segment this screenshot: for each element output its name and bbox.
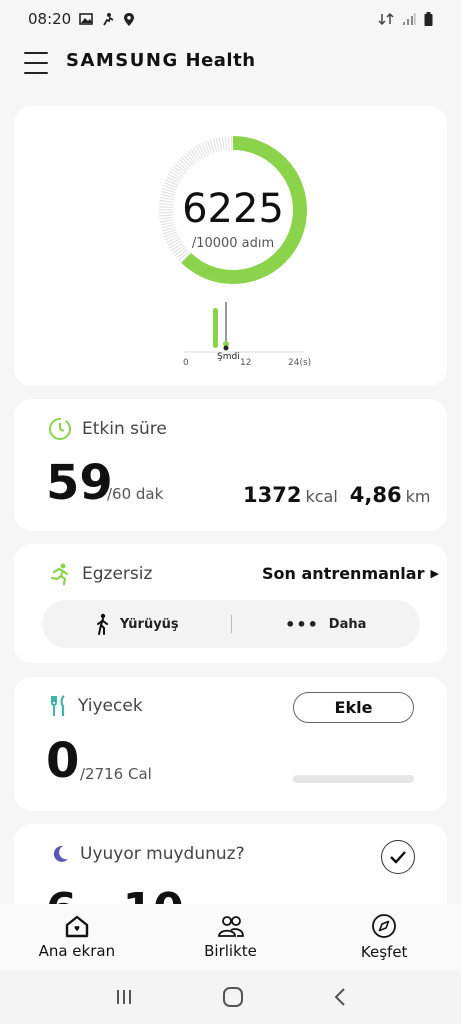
tick-label-0: 0	[183, 358, 189, 368]
steps-card[interactable]: 6225 /10000 adım 0 Şmdi 12 24(s)	[14, 106, 447, 386]
walking-icon	[96, 613, 108, 635]
sleep-title: Uyuyor muydunuz?	[80, 844, 245, 864]
recent-workouts-label: Son antrenmanlar	[262, 564, 425, 583]
exercise-header: Egzersiz	[48, 562, 152, 586]
exercise-quick-actions: Yürüyüş ••• Daha	[42, 600, 420, 648]
play-arrow-icon: ▶	[430, 567, 439, 580]
active-time-title: Etkin süre	[82, 419, 167, 439]
status-time: 08:20	[28, 10, 72, 28]
steps-mini-chart: 0 Şmdi 12 24(s)	[164, 302, 311, 382]
steps-ring: 6225 /10000 adım	[157, 134, 309, 286]
sleep-confirm-button[interactable]	[381, 840, 415, 874]
location-icon	[124, 12, 135, 26]
food-value: 0	[46, 733, 80, 789]
running-icon	[50, 563, 69, 586]
food-header: Yiyecek	[50, 695, 143, 717]
recent-workouts-link[interactable]: Son antrenmanlar ▶	[262, 564, 439, 583]
moon-icon	[53, 845, 68, 862]
calories-unit: kcal	[305, 487, 338, 506]
steps-bar	[213, 308, 218, 348]
active-goal: /60 dak	[107, 485, 164, 503]
tick-label-24: 24(s)	[288, 358, 312, 368]
compass-icon	[372, 914, 397, 938]
status-left: 08:20	[28, 10, 135, 28]
tick-label-12: 12	[240, 358, 252, 368]
food-goal: /2716 Cal	[80, 765, 152, 783]
food-card[interactable]: Yiyecek Ekle 0 /2716 Cal	[14, 677, 447, 811]
nav-home-label: Ana ekran	[38, 942, 116, 960]
nav-home[interactable]: Ana ekran	[0, 904, 154, 970]
walking-button[interactable]: Yürüyüş	[42, 613, 231, 635]
fork-knife-icon	[51, 695, 65, 716]
exercise-card[interactable]: Egzersiz Son antrenmanlar ▶ Yürüyüş ••• …	[14, 544, 447, 663]
more-button[interactable]: ••• Daha	[232, 615, 421, 634]
steps-goal: /10000 adım	[191, 236, 275, 251]
app-name: Health	[185, 50, 256, 71]
calories-value: 1372	[243, 483, 302, 507]
back-icon[interactable]	[333, 987, 347, 1007]
distance-value: 4,86	[349, 483, 402, 507]
status-right	[378, 12, 433, 26]
home-button-icon[interactable]	[222, 986, 244, 1008]
active-time-header: Etkin süre	[48, 417, 167, 441]
exercise-title: Egzersiz	[82, 564, 153, 584]
system-nav-bar	[0, 970, 461, 1024]
app-header: SAMSUNG Health	[0, 40, 461, 86]
app-brand: SAMSUNG	[66, 50, 179, 71]
gallery-icon	[79, 13, 94, 25]
walking-label: Yürüyüş	[119, 616, 179, 632]
nav-discover-label: Keşfet	[360, 943, 408, 961]
menu-icon[interactable]	[24, 52, 48, 74]
people-icon	[217, 916, 244, 937]
nav-together-label: Birlikte	[204, 942, 257, 960]
steps-count: 6225	[182, 186, 284, 232]
food-title: Yiyecek	[78, 696, 143, 716]
status-bar: 08:20	[0, 0, 461, 38]
check-icon	[390, 851, 406, 864]
more-label: Daha	[328, 616, 367, 632]
add-food-button[interactable]: Ekle	[293, 692, 414, 723]
recent-apps-icon[interactable]	[114, 988, 134, 1006]
active-minutes: 59	[46, 455, 113, 511]
calories-group: 1372 kcal 4,86 km	[243, 483, 430, 507]
fitness-icon	[103, 13, 114, 26]
sleep-header: Uyuyor muydunuz?	[50, 844, 245, 864]
food-progress-bar	[293, 775, 414, 783]
bottom-nav: Ana ekran Birlikte Keşfet	[0, 904, 461, 970]
distance-unit: km	[405, 487, 431, 506]
signal-icon	[403, 13, 416, 25]
now-label: Şmdi	[217, 352, 240, 362]
active-time-card[interactable]: Etkin süre 59 /60 dak 1372 kcal 4,86 km	[14, 399, 447, 531]
timer-icon	[49, 418, 71, 440]
more-dots-icon: •••	[285, 614, 319, 634]
app-title: SAMSUNG Health	[66, 50, 256, 71]
nav-together[interactable]: Birlikte	[154, 904, 308, 970]
battery-icon	[424, 12, 433, 26]
home-icon	[65, 915, 89, 938]
data-transfer-icon	[378, 12, 394, 26]
nav-discover[interactable]: Keşfet	[307, 904, 461, 970]
